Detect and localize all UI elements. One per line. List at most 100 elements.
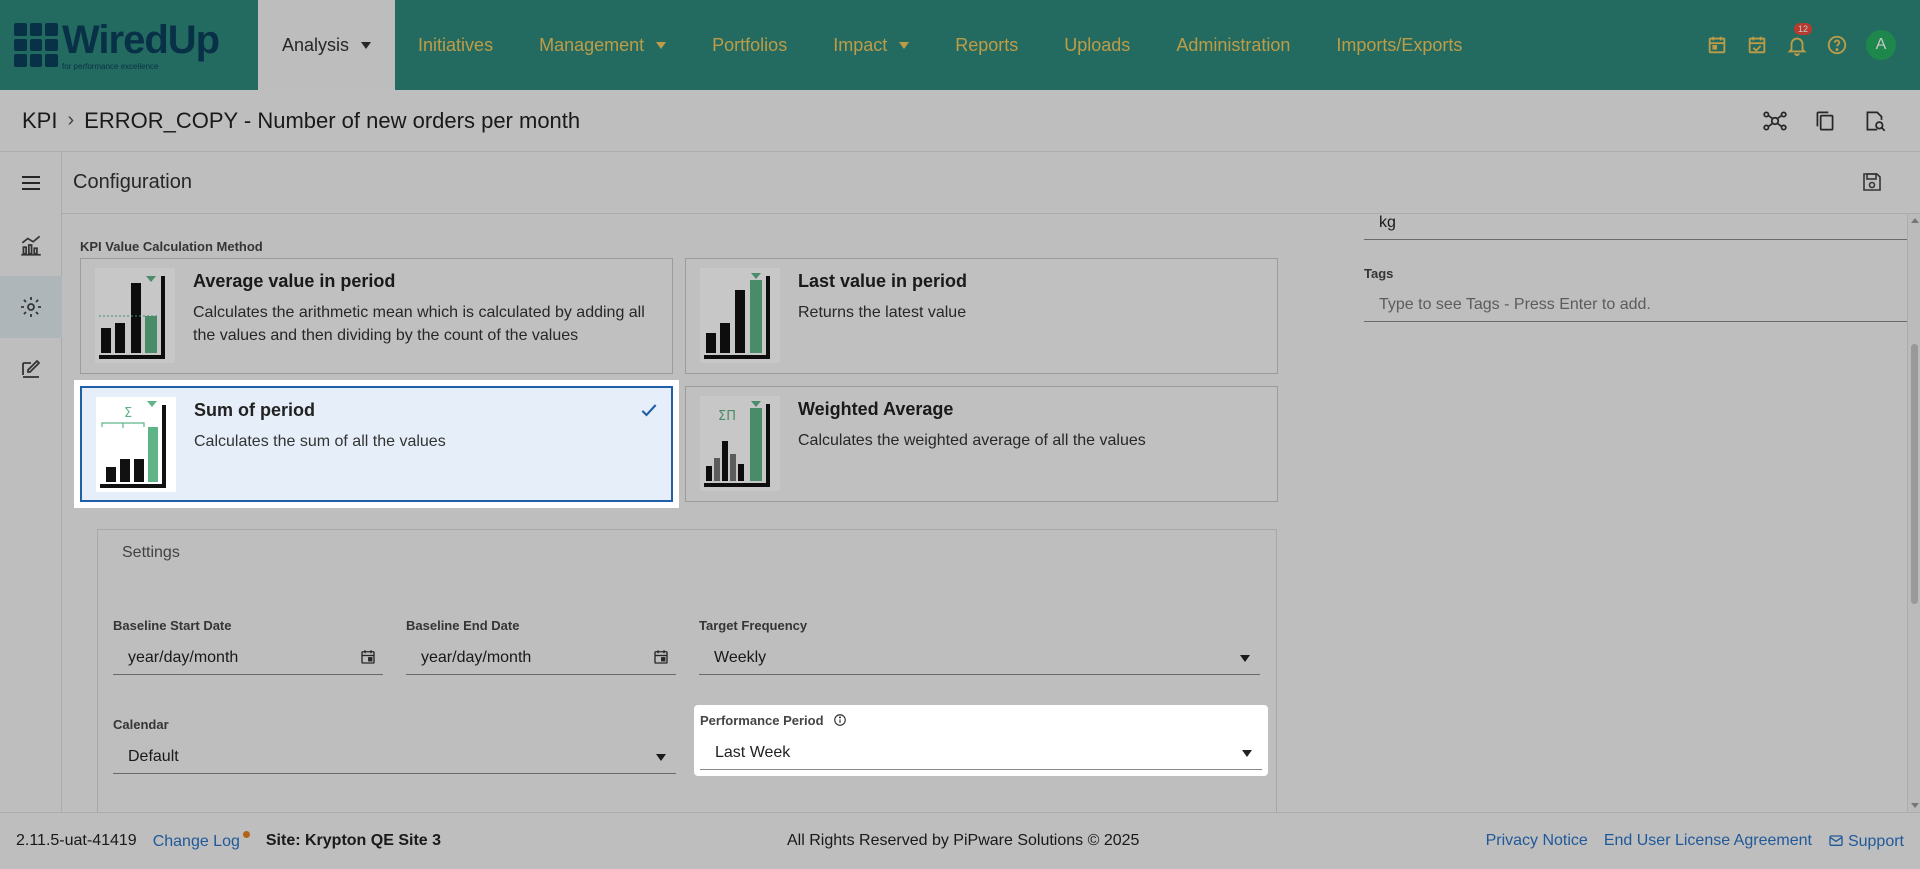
logo-subtitle: for performance excellence [62, 61, 159, 71]
scrollbar-thumb[interactable] [1911, 344, 1918, 604]
document-search-icon[interactable] [1862, 108, 1888, 134]
settings-title: Settings [122, 544, 180, 561]
nav-item-analysis[interactable]: Analysis [258, 0, 396, 90]
baseline-start-field: Baseline Start Date year/day/month [113, 618, 383, 675]
field-value: Last Week [715, 743, 791, 761]
nav-item-reports[interactable]: Reports [932, 0, 1041, 90]
top-nav: WiredUp for performance excellence Analy… [0, 0, 1920, 90]
wiredup-logo[interactable]: WiredUp for performance excellence [0, 0, 258, 90]
logo-mark-icon [14, 23, 58, 67]
rail-item-configuration[interactable] [0, 276, 62, 338]
nav-item-portfolios[interactable]: Portfolios [689, 0, 810, 90]
network-icon[interactable] [1762, 108, 1788, 134]
bell-icon[interactable]: 12 [1786, 23, 1813, 56]
scrollbar[interactable] [1907, 214, 1920, 812]
svg-text:Σ: Σ [124, 406, 132, 421]
target-frequency-field: Target Frequency Weekly [699, 618, 1260, 675]
new-indicator-dot [242, 831, 250, 838]
chevron-down-icon [656, 41, 667, 49]
changelog-link[interactable]: Change Log [153, 831, 250, 851]
unit-select[interactable]: kg [1364, 214, 1907, 240]
chevron-down-icon [899, 41, 910, 49]
nav-icon-group: 12 A [1706, 0, 1920, 90]
nav-label: Reports [955, 34, 1019, 55]
scroll-up-icon[interactable] [1911, 218, 1919, 223]
calc-option-last-value[interactable]: Last value in period Returns the latest … [685, 258, 1278, 374]
calc-option-sum[interactable]: Σ Sum of period Calculates the sum of al… [80, 386, 673, 502]
nav-label: Impact [833, 34, 888, 55]
sum-chart-icon: Σ [96, 397, 176, 492]
copy-icon[interactable] [1812, 108, 1838, 134]
highlight-wrapper: Σ Sum of period Calculates the sum of al… [80, 386, 673, 502]
nav-label: Uploads [1064, 34, 1131, 55]
tags-label: Tags [1364, 266, 1394, 281]
support-link[interactable]: Support [1828, 832, 1904, 851]
field-value: Default [128, 747, 179, 765]
calendar-check-icon[interactable] [1746, 34, 1768, 56]
nav-item-imports-exports[interactable]: Imports/Exports [1313, 0, 1485, 90]
calendar-icon[interactable] [652, 648, 670, 666]
caret-down-icon [1242, 750, 1252, 757]
avatar[interactable]: A [1866, 30, 1896, 60]
calendar-select[interactable]: Default [113, 740, 676, 774]
average-chart-icon [95, 268, 175, 363]
site-text: Site: Krypton QE Site 3 [265, 832, 442, 849]
save-icon[interactable] [1860, 170, 1884, 194]
nav-item-administration[interactable]: Administration [1153, 0, 1313, 90]
performance-period-select[interactable]: Last Week [700, 736, 1262, 770]
field-label: Performance Period [700, 713, 1262, 728]
menu-toggle[interactable] [0, 152, 62, 214]
calendar-icon[interactable] [359, 648, 377, 666]
rail-item-edit[interactable] [0, 338, 62, 400]
baseline-start-input[interactable]: year/day/month [113, 641, 383, 675]
nav-item-initiatives[interactable]: Initiatives [395, 0, 516, 90]
svg-text:ΣΠ: ΣΠ [718, 409, 736, 424]
calc-option-weighted-average[interactable]: ΣΠ Weighted Average Calculates the weigh… [685, 386, 1278, 502]
chevron-right-icon: › [67, 109, 75, 131]
changelog-label: Change Log [152, 833, 240, 850]
gear-icon [21, 297, 41, 317]
calendar-icon[interactable] [1706, 34, 1728, 56]
left-rail [0, 152, 62, 812]
support-label: Support [1847, 832, 1904, 850]
notification-badge: 12 [1794, 23, 1813, 35]
hamburger-icon [22, 176, 40, 190]
calc-method-label: KPI Value Calculation Method [80, 239, 263, 254]
calc-option-average[interactable]: Average value in period Calculates the a… [80, 258, 673, 374]
configuration-header: Configuration [62, 152, 1920, 214]
eula-link[interactable]: End User License Agreement [1604, 832, 1812, 850]
support-icon [1829, 834, 1843, 846]
performance-period-label: Performance Period [700, 713, 824, 728]
option-description: Calculates the weighted average of all t… [798, 432, 1146, 449]
nav-item-management[interactable]: Management [516, 0, 689, 90]
tags-input[interactable] [1364, 288, 1907, 322]
baseline-end-input[interactable]: year/day/month [406, 641, 676, 675]
scroll-down-icon[interactable] [1911, 803, 1919, 808]
nav-item-uploads[interactable]: Uploads [1041, 0, 1153, 90]
nav-label: Imports/Exports [1336, 34, 1463, 55]
field-label: Baseline Start Date [113, 618, 232, 633]
field-value: kg [1379, 214, 1396, 231]
target-frequency-select[interactable]: Weekly [699, 641, 1260, 675]
nav-label: Management [539, 34, 645, 55]
baseline-end-field: Baseline End Date year/day/month [406, 618, 676, 675]
caret-down-icon [1240, 655, 1250, 662]
field-value: year/day/month [128, 648, 239, 666]
option-title: Weighted Average [798, 399, 954, 419]
privacy-link[interactable]: Privacy Notice [1486, 832, 1588, 850]
info-icon[interactable] [833, 713, 847, 727]
version-text: 2.11.5-uat-41419 [16, 832, 137, 849]
checkmark-icon [641, 404, 657, 417]
calendar-field: Calendar Default [113, 717, 676, 774]
nav-label: Initiatives [418, 34, 494, 55]
last-value-chart-icon [700, 268, 780, 363]
option-description: Calculates the arithmetic mean which is … [193, 304, 645, 344]
logo-text: WiredUp [62, 17, 220, 62]
breadcrumb: KPI › ERROR_COPY - Number of new orders … [0, 90, 1920, 152]
edit-icon [22, 359, 41, 378]
rail-item-analytics[interactable] [0, 214, 62, 276]
nav-item-impact[interactable]: Impact [810, 0, 932, 90]
caret-down-icon [656, 754, 666, 761]
breadcrumb-root[interactable]: KPI [22, 108, 57, 134]
help-icon[interactable] [1826, 34, 1848, 56]
